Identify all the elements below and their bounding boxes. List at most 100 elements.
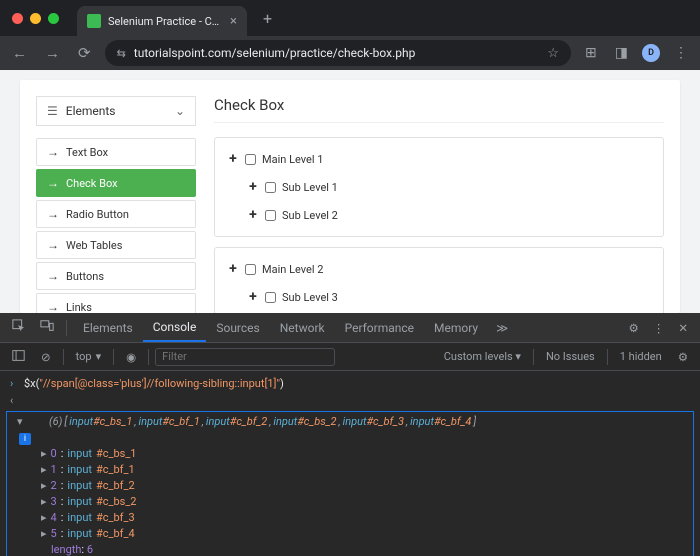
arrow-right-icon: → xyxy=(47,145,59,159)
sidebar-item-radio-button[interactable]: →Radio Button xyxy=(36,200,196,228)
issues-badge[interactable]: No Issues xyxy=(540,350,601,363)
site-info-icon[interactable]: ⇆ xyxy=(117,47,126,60)
expand-triangle-icon[interactable]: ▸ xyxy=(41,446,47,462)
checkbox-sub[interactable] xyxy=(265,182,276,193)
sidebar-item-check-box[interactable]: →Check Box xyxy=(36,169,196,197)
tree-group: +Main Level 1+Sub Level 1+Sub Level 2 xyxy=(214,137,664,237)
result-item[interactable]: ▸ 4: input#c_bf_3 xyxy=(7,510,693,526)
checkbox-main[interactable] xyxy=(245,154,256,165)
tree-label: Sub Level 2 xyxy=(282,209,338,222)
context-selector[interactable]: top▾ xyxy=(70,350,107,363)
devtools-tab-elements[interactable]: Elements xyxy=(73,313,143,342)
sidebar-title: Elements xyxy=(66,104,116,118)
forward-button[interactable]: → xyxy=(41,44,64,62)
browser-tab[interactable]: Selenium Practice - Check Bo × xyxy=(77,6,247,36)
tree-sub-row: + Sub Level 2 xyxy=(227,204,651,226)
sidebar-header[interactable]: ☰ Elements ⌄ xyxy=(36,96,196,126)
arrow-right-icon: → xyxy=(47,300,59,313)
result-preview: (6) [input#c_bs_1, input#c_bf_1, input#c… xyxy=(27,414,476,430)
console-settings-icon[interactable]: ⚙ xyxy=(672,350,694,364)
info-badge-icon[interactable]: i xyxy=(19,433,31,445)
console-input-line[interactable]: › $x("//span[@class='plus']//following-s… xyxy=(0,375,700,393)
devtools-panel: ElementsConsoleSourcesNetworkPerformance… xyxy=(0,313,700,556)
result-item[interactable]: ▸ 3: input#c_bs_2 xyxy=(7,494,693,510)
arrow-right-icon: → xyxy=(47,176,59,190)
sidebar-item-label: Text Box xyxy=(66,146,108,159)
toolbar: ← → ⟳ ⇆ tutorialspoint.com/selenium/prac… xyxy=(0,36,700,70)
inspect-icon[interactable] xyxy=(6,319,32,336)
expand-icon[interactable]: + xyxy=(247,289,259,305)
checkbox-sub[interactable] xyxy=(265,292,276,303)
eye-icon[interactable]: ◉ xyxy=(120,350,142,364)
sidebar-item-text-box[interactable]: → Text Box xyxy=(36,138,196,166)
expand-icon[interactable]: + xyxy=(247,207,259,223)
expand-triangle-icon[interactable]: ▸ xyxy=(41,494,47,510)
kebab-icon[interactable]: ⋮ xyxy=(647,321,671,335)
devtools-tab-console[interactable]: Console xyxy=(143,313,207,342)
result-item[interactable]: ▸ 5: input#c_bf_4 xyxy=(7,526,693,542)
sidebar-item-label: Web Tables xyxy=(66,239,122,252)
maximize-window-button[interactable] xyxy=(48,13,59,24)
side-panel-icon[interactable]: ◨ xyxy=(611,45,632,61)
console-toolbar: ⊘ top▾ ◉ Custom levels ▾ No Issues 1 hid… xyxy=(0,343,700,371)
sidebar-item-buttons[interactable]: →Buttons xyxy=(36,262,196,290)
result-item[interactable]: ▸ 0: input#c_bs_1 xyxy=(7,446,693,462)
expand-triangle-icon[interactable]: ▸ xyxy=(41,510,47,526)
chevron-down-icon: ⌄ xyxy=(175,104,185,118)
settings-icon[interactable]: ⚙ xyxy=(623,321,645,335)
close-window-button[interactable] xyxy=(12,13,23,24)
new-tab-button[interactable]: + xyxy=(253,9,282,28)
hidden-count[interactable]: 1 hidden xyxy=(614,350,668,363)
reload-button[interactable]: ⟳ xyxy=(74,44,95,62)
result-item[interactable]: ▸ 2: input#c_bf_2 xyxy=(7,478,693,494)
sidebar-item-web-tables[interactable]: → Web Tables xyxy=(36,231,196,259)
expand-triangle-icon[interactable]: ▸ xyxy=(41,526,47,542)
minimize-window-button[interactable] xyxy=(30,13,41,24)
window-controls xyxy=(8,13,59,24)
log-levels-selector[interactable]: Custom levels ▾ xyxy=(438,350,527,363)
sidebar-item-label: Links xyxy=(66,301,92,314)
bookmark-icon[interactable]: ☆ xyxy=(547,46,559,61)
sidebar-item-links[interactable]: → Links xyxy=(36,293,196,313)
back-button[interactable]: ← xyxy=(8,44,31,62)
devtools-tab-sources[interactable]: Sources xyxy=(206,313,269,342)
expand-triangle-icon[interactable]: ▸ xyxy=(41,462,47,478)
address-bar[interactable]: ⇆ tutorialspoint.com/selenium/practice/c… xyxy=(105,40,571,66)
devtools-tab-network[interactable]: Network xyxy=(270,313,335,342)
close-devtools-icon[interactable]: ✕ xyxy=(672,321,694,335)
sidebar: ☰ Elements ⌄ →Text Box→Check Box→Radio B… xyxy=(36,96,196,313)
tree-sub-row: + Sub Level 3 xyxy=(227,286,651,308)
arrow-right-icon: → xyxy=(47,238,59,252)
devtools-tab-memory[interactable]: Memory xyxy=(424,313,488,342)
console-result-line: ‹ xyxy=(0,393,700,409)
sidebar-item-label: Buttons xyxy=(66,270,104,283)
main-content: Check Box +Main Level 1+Sub Level 1+Sub … xyxy=(214,96,664,313)
device-toggle-icon[interactable] xyxy=(34,319,60,336)
more-tabs-icon[interactable]: ≫ xyxy=(490,321,514,335)
checkbox-sub[interactable] xyxy=(265,210,276,221)
tree-label: Sub Level 3 xyxy=(282,291,338,304)
sidebar-item-label: Radio Button xyxy=(66,208,129,221)
console-sidebar-toggle-icon[interactable] xyxy=(6,349,31,365)
tree-label: Main Level 2 xyxy=(262,263,323,276)
checkbox-main[interactable] xyxy=(245,264,256,275)
page-title: Check Box xyxy=(214,96,664,123)
clear-console-icon[interactable]: ⊘ xyxy=(35,350,57,364)
profile-avatar[interactable]: D xyxy=(642,44,660,62)
expand-icon[interactable]: + xyxy=(247,179,259,195)
tab-strip: Selenium Practice - Check Bo × + xyxy=(0,0,700,36)
expand-toggle-icon[interactable]: ▾ xyxy=(17,414,27,430)
close-tab-icon[interactable]: × xyxy=(230,14,237,29)
url-text: tutorialspoint.com/selenium/practice/che… xyxy=(134,46,540,60)
menu-icon[interactable]: ⋮ xyxy=(670,45,692,61)
expand-icon[interactable]: + xyxy=(227,261,239,277)
result-item[interactable]: ▸ 1: input#c_bf_1 xyxy=(7,462,693,478)
tab-title: Selenium Practice - Check Bo xyxy=(108,15,223,28)
extensions-icon[interactable]: ⊞ xyxy=(581,45,601,61)
favicon-icon xyxy=(87,14,101,28)
filter-input[interactable] xyxy=(155,348,335,366)
devtools-tab-performance[interactable]: Performance xyxy=(335,313,424,342)
expand-triangle-icon[interactable]: ▸ xyxy=(41,478,47,494)
expand-icon[interactable]: + xyxy=(227,151,239,167)
result-array[interactable]: ▾ (6) [input#c_bs_1, input#c_bf_1, input… xyxy=(6,411,694,556)
